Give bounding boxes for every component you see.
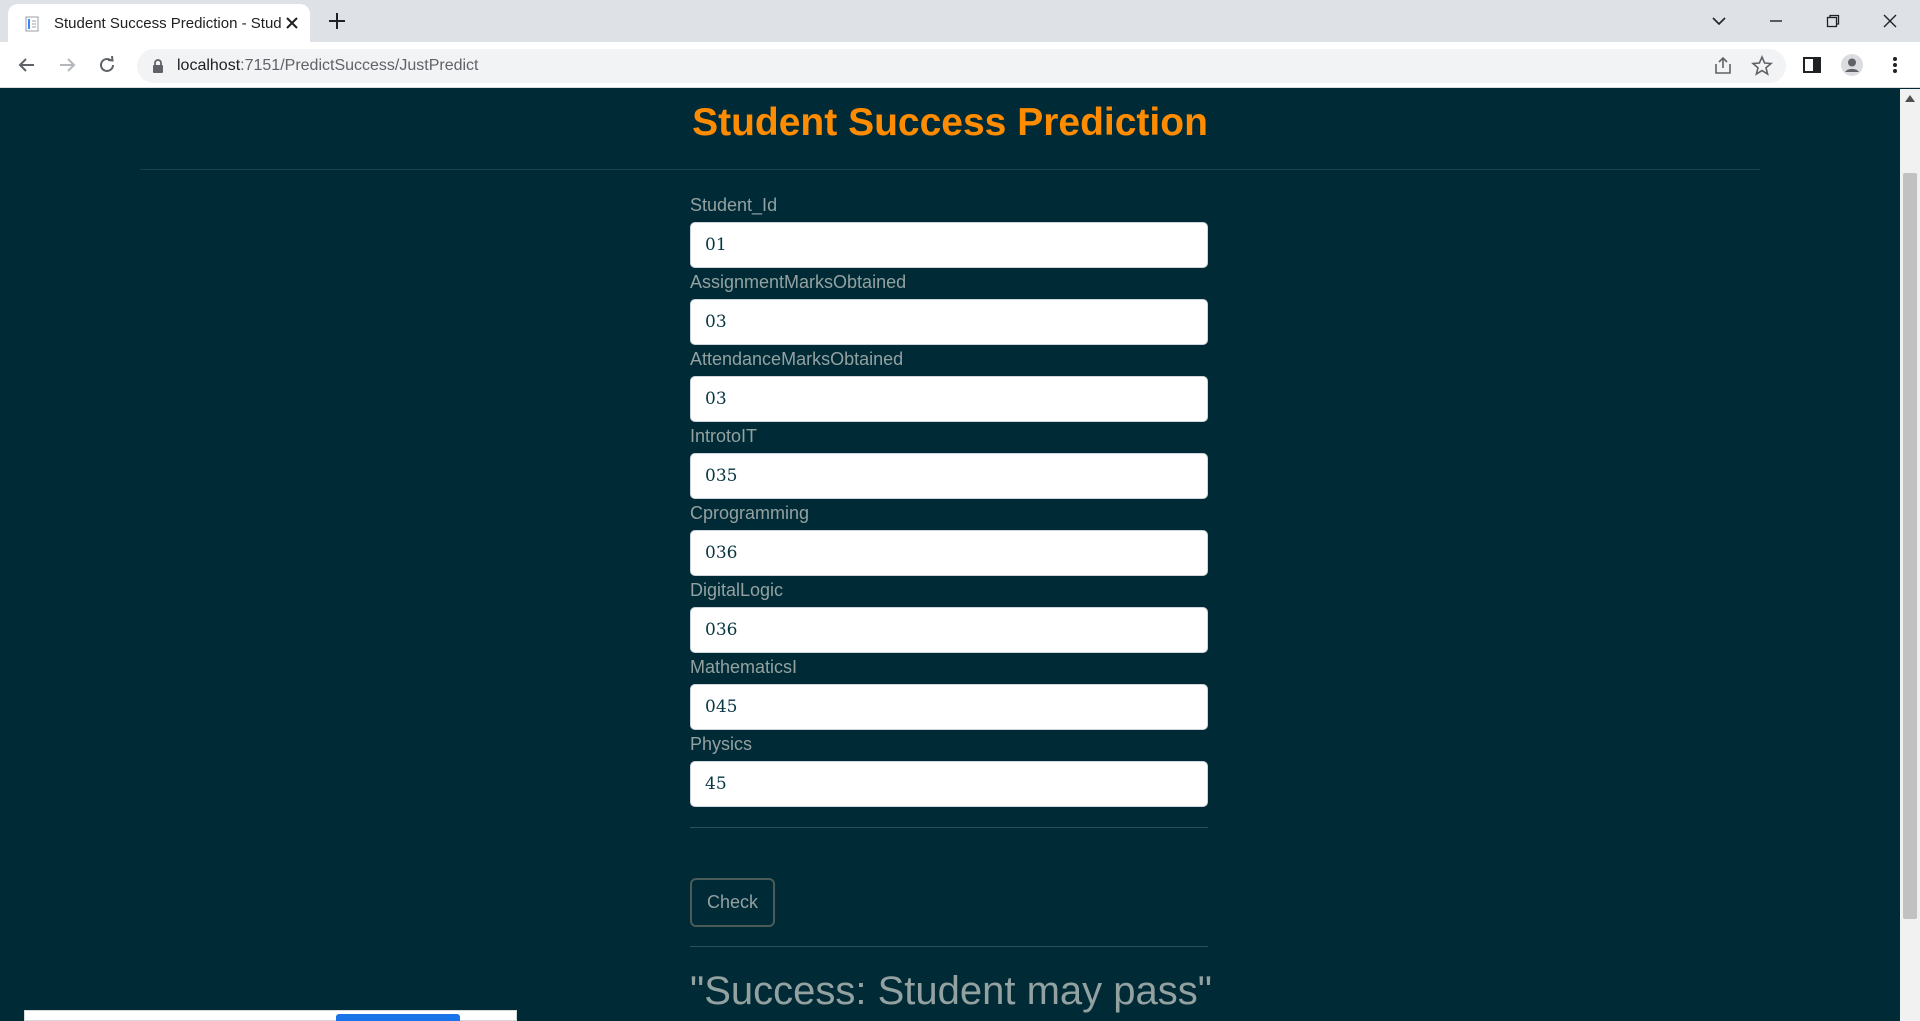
page-content: Student Success Prediction Student_Id As…	[0, 89, 1900, 1021]
page-title: Student Success Prediction	[692, 101, 1208, 144]
browser-tab[interactable]: Student Success Prediction - Stud	[8, 4, 310, 42]
title-divider	[140, 169, 1760, 170]
intro-to-it-input[interactable]	[690, 453, 1208, 499]
bottom-notification-bar	[24, 1010, 517, 1021]
new-tab-icon[interactable]	[326, 10, 348, 32]
student-id-input[interactable]	[690, 222, 1208, 268]
intro-to-it-label: IntrotoIT	[690, 426, 758, 446]
prediction-result: "Success: Student may pass"	[690, 969, 1212, 1013]
student-id-label: Student_Id	[690, 195, 778, 215]
c-programming-input[interactable]	[690, 530, 1208, 576]
scroll-up-arrow-icon[interactable]	[1905, 95, 1915, 102]
url-text: localhost:7151/PredictSuccess/JustPredic…	[177, 57, 479, 75]
check-button[interactable]: Check	[690, 878, 775, 927]
menu-kebab-icon[interactable]	[1883, 53, 1907, 77]
browser-toolbar: localhost:7151/PredictSuccess/JustPredic…	[0, 42, 1920, 88]
forward-icon[interactable]	[55, 53, 79, 77]
side-panel-icon[interactable]	[1800, 53, 1824, 77]
browser-tabstrip: Student Success Prediction - Stud	[0, 0, 1920, 42]
close-window-icon[interactable]	[1877, 8, 1903, 34]
url-host: localhost	[177, 57, 241, 74]
assignment-marks-input[interactable]	[690, 299, 1208, 345]
share-icon[interactable]	[1711, 54, 1735, 78]
bookmark-star-icon[interactable]	[1750, 54, 1774, 78]
c-programming-label: Cprogramming	[690, 503, 810, 523]
physics-input[interactable]	[690, 761, 1208, 807]
digital-logic-input[interactable]	[690, 607, 1208, 653]
assignment-marks-label: AssignmentMarksObtained	[690, 272, 907, 292]
document-icon	[25, 16, 39, 32]
attendance-marks-label: AttendanceMarksObtained	[690, 349, 904, 369]
digital-logic-label: DigitalLogic	[690, 580, 784, 600]
scroll-thumb[interactable]	[1903, 173, 1917, 919]
attendance-marks-input[interactable]	[690, 376, 1208, 422]
form-divider	[690, 827, 1208, 828]
page-scrollbar[interactable]	[1900, 89, 1920, 1021]
tab-title: Student Success Prediction - Stud	[54, 15, 282, 32]
back-icon[interactable]	[15, 53, 39, 77]
notification-button[interactable]	[336, 1014, 460, 1021]
tab-search-icon[interactable]	[1706, 8, 1732, 34]
restore-icon[interactable]	[1820, 8, 1846, 34]
close-icon[interactable]	[282, 13, 302, 33]
mathematics-input[interactable]	[690, 684, 1208, 730]
reload-icon[interactable]	[95, 53, 119, 77]
address-bar[interactable]: localhost:7151/PredictSuccess/JustPredic…	[137, 49, 1786, 83]
url-path: :7151/PredictSuccess/JustPredict	[240, 57, 479, 74]
minimize-icon[interactable]	[1763, 8, 1789, 34]
mathematics-label: MathematicsI	[690, 657, 798, 677]
lock-icon[interactable]	[151, 58, 165, 74]
profile-avatar-icon[interactable]	[1840, 53, 1864, 77]
physics-label: Physics	[690, 734, 753, 754]
result-divider	[690, 946, 1208, 947]
